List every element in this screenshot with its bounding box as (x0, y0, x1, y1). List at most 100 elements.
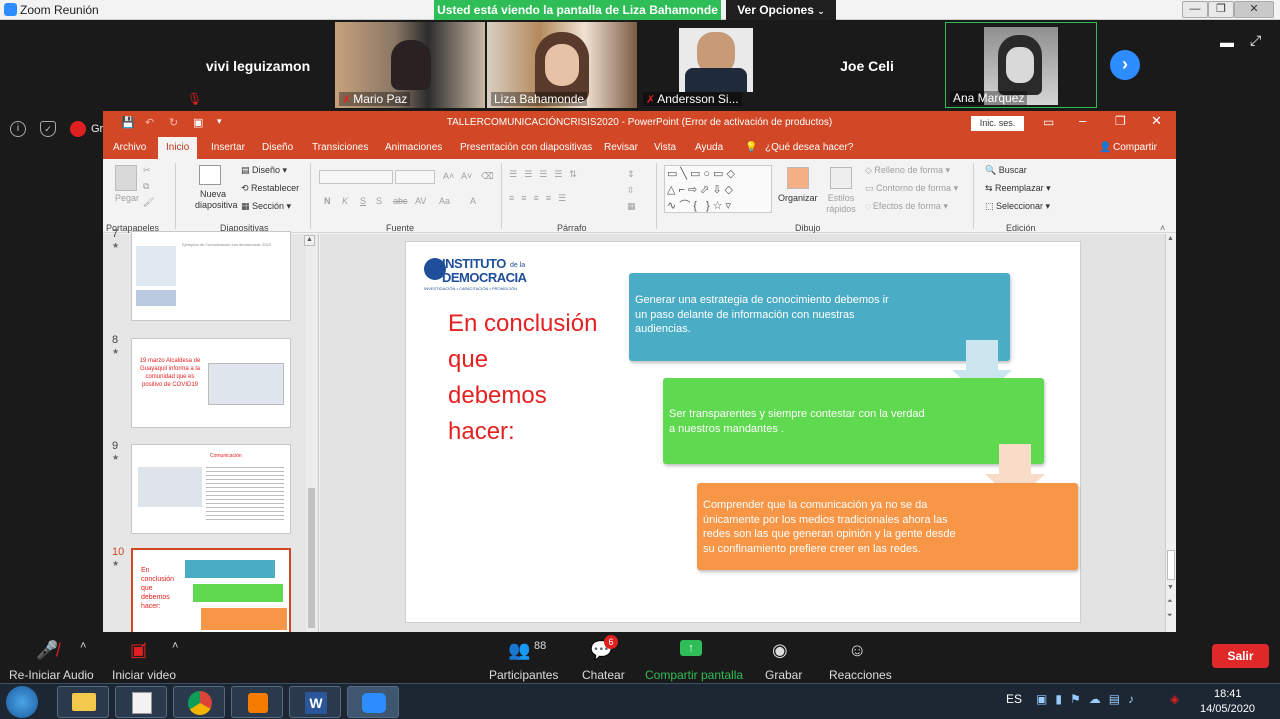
scroll-down-icon[interactable]: ▼ (1167, 584, 1174, 591)
font-name-select[interactable] (319, 170, 393, 184)
leave-button[interactable]: Salir (1212, 644, 1269, 668)
share-screen-icon[interactable]: ↑ (680, 640, 702, 656)
font-shrink-icon[interactable]: A˅ (461, 171, 472, 181)
process-step-1[interactable]: Generar una estrategia de conocimiento d… (629, 273, 1010, 361)
clipboard-icon[interactable] (115, 165, 137, 191)
start-button[interactable] (6, 686, 38, 718)
participant-tile[interactable]: vivi leguizamon 🎙 (183, 22, 333, 108)
font-color-icon[interactable]: A (470, 196, 476, 206)
text-direction-icon[interactable]: ⇕ (627, 169, 635, 180)
align-icons[interactable]: ≡≡≡≡☰ (509, 193, 573, 204)
tab-transiciones[interactable]: Transiciones (312, 142, 368, 153)
record-icon[interactable]: ◉ (772, 640, 788, 661)
paste-label[interactable]: Pegar (115, 193, 139, 203)
quick-styles-icon[interactable] (830, 167, 852, 189)
view-options-button[interactable]: Ver Opciones ⌄ (726, 0, 836, 20)
ribbon-display-icon[interactable]: ▭ (1043, 115, 1054, 129)
reset-button[interactable]: ⟲ Restablecer (241, 183, 299, 194)
tab-revisar[interactable]: Revisar (604, 142, 638, 153)
slide-thumbnails-pane[interactable]: 7 ★ Ejemplos de Comunicación con democra… (103, 228, 319, 634)
thumbs-scrollbar[interactable] (306, 234, 317, 632)
collapse-ribbon-icon[interactable]: ˄ (1160, 223, 1165, 233)
taskbar-zoom[interactable] (347, 686, 399, 718)
chevron-up-icon[interactable]: ˄ (172, 640, 178, 652)
new-slide-button[interactable]: Nueva diapositiva (195, 189, 238, 211)
info-icon[interactable]: i (10, 121, 26, 137)
replace-button[interactable]: ⇆ Reemplazar ▾ (985, 183, 1051, 194)
shape-outline-button[interactable]: ▭ Contorno de forma ▾ (865, 183, 958, 194)
reactions-icon[interactable]: ☺ (848, 640, 866, 661)
change-case-icon[interactable]: Aa (439, 196, 450, 206)
tab-animaciones[interactable]: Animaciones (385, 142, 442, 153)
participants-button[interactable]: Participantes (489, 668, 558, 682)
slide-thumbnail[interactable]: Comunicación (131, 444, 291, 534)
video-off-icon[interactable]: ▣̸ (130, 640, 147, 661)
fullscreen-icon[interactable]: ⤢ (1250, 32, 1261, 49)
share-button[interactable]: Compartir (1113, 142, 1157, 153)
process-step-2[interactable]: Ser transparentes y siempre contestar co… (663, 378, 1044, 464)
scroll-up-icon[interactable]: ▲ (304, 235, 315, 246)
tab-insertar[interactable]: Insertar (211, 142, 245, 153)
taskbar-chrome[interactable] (173, 686, 225, 718)
slide-thumbnail-selected[interactable]: En conclusión que debemos hacer: (131, 548, 291, 634)
shape-fill-button[interactable]: ◇ Relleno de forma ▾ (865, 165, 950, 176)
arrange-icon[interactable] (787, 167, 809, 189)
minimize-button[interactable]: — (1182, 1, 1208, 18)
tab-archivo[interactable]: Archivo (113, 142, 146, 153)
participant-tile[interactable]: ✗ Andersson Si... (639, 22, 789, 108)
taskbar-word[interactable]: W (289, 686, 341, 718)
strikethrough-icon[interactable]: abc (393, 196, 408, 206)
chat-button[interactable]: Chatear (582, 668, 625, 682)
close-button[interactable]: ✕ (1151, 113, 1162, 129)
tab-ayuda[interactable]: Ayuda (695, 142, 723, 153)
format-painter-icon[interactable]: 🖌 (143, 197, 154, 208)
tray-app-icon[interactable]: ◈ (1170, 692, 1179, 706)
font-size-select[interactable] (395, 170, 435, 184)
layout-button[interactable]: ▤ Diseño ▾ (241, 165, 287, 176)
clock-date[interactable]: 14/05/2020 (1200, 703, 1255, 715)
shapes-gallery[interactable]: ▭╲▭○▭◇ △⌐⇨⬀⇩◇ ∿⌒{ }☆▿ (664, 165, 772, 213)
find-button[interactable]: 🔍 Buscar (985, 165, 1027, 176)
select-button[interactable]: ⬚ Seleccionar ▾ (985, 201, 1050, 212)
language-indicator[interactable]: ES (1006, 692, 1022, 706)
taskbar-app[interactable] (115, 686, 167, 718)
char-spacing-icon[interactable]: AV (415, 196, 426, 206)
section-button[interactable]: ▦ Sección ▾ (241, 201, 291, 212)
slide-thumbnail[interactable]: 19 marzo Alcaldesa de Guayaquil informa … (131, 338, 291, 428)
process-step-3[interactable]: Comprender que la comunicación ya no se … (697, 483, 1078, 570)
tab-presentacion[interactable]: Presentación con diapositivas (460, 142, 592, 153)
tab-diseno[interactable]: Diseño (262, 142, 293, 153)
clear-format-icon[interactable]: ⌫ (481, 171, 494, 182)
participant-tile[interactable]: ✗ Mario Paz (335, 22, 485, 108)
participant-tile[interactable]: Liza Bahamonde (487, 22, 637, 108)
next-slide-icon[interactable]: ⏷ (1167, 612, 1173, 620)
clock-time[interactable]: 18:41 (1214, 688, 1242, 700)
participant-tile[interactable]: Joe Celi (792, 22, 942, 108)
quick-styles-button[interactable]: Estilos rápidos (824, 193, 858, 215)
close-button[interactable]: ✕ (1234, 1, 1274, 18)
tab-inicio[interactable]: Inicio (158, 137, 198, 159)
underline-icon[interactable]: S (360, 196, 366, 206)
signin-button[interactable]: Inic. ses. (971, 116, 1024, 131)
list-icons[interactable]: ☰☰☰☰⇅ (509, 169, 584, 180)
chevron-up-icon[interactable]: ˄ (80, 640, 86, 652)
slide-thumbnail[interactable]: Ejemplos de Comunicación con democracia:… (131, 231, 291, 321)
audio-button[interactable]: Re-Iniciar Audio (9, 668, 94, 682)
font-grow-icon[interactable]: A˄ (443, 171, 454, 181)
smartart-icon[interactable]: ▦ (627, 201, 636, 212)
slide-scrollbar[interactable]: ▲ ▼ ⏶ ⏷ (1165, 234, 1176, 632)
italic-icon[interactable]: K (342, 196, 348, 206)
scroll-up-icon[interactable]: ▲ (1167, 235, 1174, 242)
align-text-icon[interactable]: ⇳ (627, 185, 635, 196)
new-slide-icon[interactable] (199, 165, 221, 185)
minimize-button[interactable]: – (1079, 113, 1086, 128)
shape-effects-button[interactable]: ◌ Efectos de forma ▾ (865, 201, 948, 212)
copy-icon[interactable]: ⧉ (143, 181, 149, 192)
previous-slide-icon[interactable]: ⏶ (1167, 598, 1173, 606)
tab-vista[interactable]: Vista (654, 142, 676, 153)
scrollbar-thumb[interactable] (308, 488, 315, 628)
maximize-button[interactable]: ❐ (1208, 1, 1234, 18)
gallery-view-icon[interactable]: ▬ (1220, 34, 1234, 50)
record-button[interactable]: Grabar (765, 668, 802, 682)
mic-muted-icon[interactable]: 🎤̸ (36, 640, 58, 661)
